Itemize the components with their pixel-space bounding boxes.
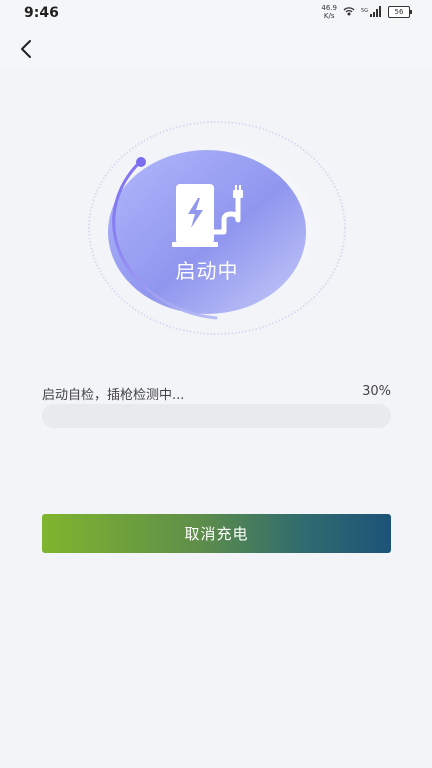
charging-status-label: 启动中 bbox=[175, 259, 239, 283]
signal-icon: 5G bbox=[361, 6, 381, 17]
status-time: 9:46 bbox=[24, 5, 59, 21]
progress-bar bbox=[42, 404, 391, 428]
chevron-left-icon[interactable] bbox=[14, 36, 40, 62]
charging-status-orb bbox=[88, 121, 346, 335]
progress-arc-dot bbox=[136, 157, 146, 167]
hotspot-icon bbox=[343, 7, 355, 16]
status-icons: 46.9 K/s 5G 56 bbox=[321, 4, 412, 20]
status-bar: 9:46 46.9 K/s 5G 56 bbox=[0, 0, 432, 28]
network-speed-unit: K/s bbox=[323, 12, 335, 20]
progress-percent: 30% bbox=[362, 384, 391, 399]
battery-icon: 56 bbox=[388, 6, 412, 18]
network-speed: 46.9 K/s bbox=[321, 4, 337, 20]
nav-bar bbox=[0, 28, 432, 70]
progress-status-text: 启动自检，插枪检测中... bbox=[42, 388, 185, 403]
cancel-charging-button[interactable]: 取消充电 bbox=[42, 514, 391, 553]
svg-text:5G: 5G bbox=[361, 8, 368, 14]
progress-bar-fill bbox=[42, 404, 147, 428]
network-speed-value: 46.9 bbox=[321, 4, 337, 12]
